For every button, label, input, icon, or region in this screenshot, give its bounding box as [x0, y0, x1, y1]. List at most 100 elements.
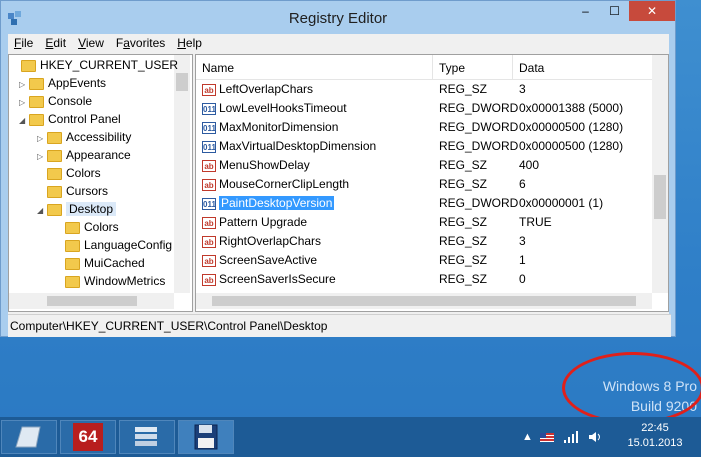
menu-help[interactable]: Help	[171, 34, 208, 50]
list-row[interactable]: ab ScreenSaveActive REG_SZ 1	[196, 251, 652, 270]
string-value-icon: ab	[202, 178, 216, 191]
tree-horizontal-scrollbar[interactable]	[9, 293, 174, 309]
value-data-cell: 6	[519, 177, 526, 191]
tree-item-label: Colors	[66, 166, 101, 180]
key-tree[interactable]: HKEY_CURRENT_USER ▷ AppEvents ▷ Console ◢ Cont…	[8, 54, 193, 312]
taskbar-save-app-button[interactable]	[178, 420, 234, 454]
tree-vscroll-thumb[interactable]	[176, 73, 188, 91]
list-hscroll-thumb[interactable]	[212, 296, 636, 306]
column-header-data[interactable]: Data	[513, 55, 652, 79]
value-data-cell: 3	[519, 82, 526, 96]
expanded-arrow-icon[interactable]: ◢	[19, 112, 29, 130]
menu-edit[interactable]: Edit	[39, 34, 72, 50]
column-header-type[interactable]: Type	[433, 55, 513, 79]
tree-item-label: HKEY_CURRENT_USER	[40, 58, 179, 72]
value-type-cell: REG_SZ	[439, 177, 488, 191]
clock-time: 22:45	[641, 422, 669, 434]
registry-icon	[135, 427, 157, 446]
string-value-icon: ab	[202, 216, 216, 229]
value-name: MaxMonitorDimension	[219, 120, 339, 134]
value-data-cell: 0x00000001 (1)	[519, 196, 604, 210]
list-row[interactable]: 011 MaxVirtualDesktopDimension REG_DWORD 0x…	[196, 137, 652, 156]
floppy-disk-icon	[194, 424, 218, 450]
list-row[interactable]: ab MenuShowDelay REG_SZ 400	[196, 156, 652, 175]
dword-value-icon: 011	[202, 197, 216, 210]
tree-vertical-scrollbar[interactable]	[174, 55, 190, 293]
tree-item[interactable]: ▷ Accessibility	[37, 128, 131, 146]
tree-item[interactable]: LanguageConfig	[55, 236, 172, 254]
list-vscroll-thumb[interactable]	[654, 175, 666, 219]
value-data-cell: 0	[519, 272, 526, 286]
list-row[interactable]: 011 MaxMonitorDimension REG_DWORD 0x0000050…	[196, 118, 652, 137]
value-type-cell: REG_SZ	[439, 158, 488, 172]
tree-item[interactable]: ◢ Desktop	[37, 200, 117, 220]
value-type-cell: REG_SZ	[439, 234, 488, 248]
tree-item-label: MuiCached	[84, 256, 145, 270]
dword-value-icon: 011	[202, 121, 216, 134]
tree-item[interactable]: ▷ Appearance	[37, 146, 131, 164]
list-row[interactable]: ab RightOverlapChars REG_SZ 3	[196, 232, 652, 251]
taskbar-aida64-button[interactable]: 64	[60, 420, 116, 454]
volume-icon[interactable]	[588, 417, 604, 457]
list-row[interactable]: ab MouseCornerClipLength REG_SZ 6	[196, 175, 652, 194]
tree-item-label: Console	[48, 94, 93, 108]
value-data-cell: 0x00001388 (5000)	[519, 101, 624, 115]
value-data-cell: TRUE	[519, 215, 552, 229]
title-bar[interactable]: Registry Editor – ☐ ✕	[1, 1, 675, 34]
taskbar-registry-button[interactable]	[119, 420, 175, 454]
client-area: HKEY_CURRENT_USER ▷ AppEvents ▷ Console ◢ Cont…	[8, 54, 669, 314]
string-value-icon: ab	[202, 273, 216, 286]
tree-item-label: Cursors	[66, 184, 109, 198]
value-data-cell: 3	[519, 234, 526, 248]
taskbar-start-notepad-button[interactable]	[1, 420, 57, 454]
value-name-cell: ab ScreenSaverIsSecure	[196, 270, 336, 289]
network-signal-icon[interactable]	[563, 417, 579, 457]
show-hidden-icons-chevron-icon[interactable]: ▲	[522, 417, 533, 457]
tree-item[interactable]: Cursors	[37, 182, 108, 200]
dword-value-icon: 011	[202, 140, 216, 153]
tree-item[interactable]: ▷ Console	[19, 92, 92, 110]
value-name: MaxVirtualDesktopDimension	[219, 139, 377, 153]
list-row[interactable]: 011 PaintDesktopVersion REG_DWORD 0x0000000…	[196, 194, 652, 213]
taskbar-clock[interactable]: 22:45 15.01.2013	[618, 421, 692, 451]
menu-bar: File Edit View Favorites Help	[8, 34, 669, 54]
tree-item[interactable]: ▷ AppEvents	[19, 74, 106, 92]
string-value-icon: ab	[202, 83, 216, 96]
maximize-button[interactable]: ☐	[600, 1, 629, 21]
list-row[interactable]: 011 LowLevelHooksTimeout REG_DWORD 0x000013…	[196, 99, 652, 118]
list-row[interactable]: ab LeftOverlapChars REG_SZ 3	[196, 80, 652, 99]
tree-hscroll-thumb[interactable]	[47, 296, 137, 306]
menu-file[interactable]: File	[8, 34, 39, 50]
string-value-icon: ab	[202, 254, 216, 267]
menu-favorites[interactable]: Favorites	[110, 34, 171, 50]
value-type-cell: REG_SZ	[439, 215, 488, 229]
value-data-cell: 400	[519, 158, 540, 172]
value-type-cell: REG_DWORD	[439, 139, 519, 153]
tree-item[interactable]: WindowMetrics	[55, 272, 165, 290]
tree-item[interactable]: MuiCached	[55, 254, 145, 272]
tree-item[interactable]: HKEY_CURRENT_USER	[11, 56, 178, 74]
menu-view[interactable]: View	[72, 34, 110, 50]
status-bar-path: Computer\HKEY_CURRENT_USER\Control Panel…	[8, 314, 671, 337]
language-flag-icon[interactable]	[540, 417, 554, 457]
list-horizontal-scrollbar[interactable]	[196, 293, 652, 309]
minimize-button[interactable]: –	[571, 1, 600, 21]
list-vertical-scrollbar[interactable]	[652, 55, 668, 293]
close-button[interactable]: ✕	[629, 1, 675, 21]
taskbar: 64 ▲ 22:45 15.01.2013	[0, 417, 701, 457]
value-name-cell: ab RightOverlapChars	[196, 232, 321, 251]
expanded-arrow-icon[interactable]: ◢	[37, 202, 47, 220]
tree-item[interactable]: ◢ Control Panel	[19, 110, 121, 128]
value-name-cell: 011 MaxVirtualDesktopDimension	[196, 137, 376, 156]
column-header-name[interactable]: Name	[196, 55, 433, 79]
tree-item[interactable]: Colors	[55, 218, 119, 236]
value-name: Pattern Upgrade	[219, 215, 308, 229]
value-list[interactable]: Name Type Data ab LeftOverlapChars REG_SZ 3…	[195, 54, 669, 312]
folder-icon	[47, 167, 62, 180]
list-row[interactable]: ab Pattern Upgrade REG_SZ TRUE	[196, 213, 652, 232]
value-name: LeftOverlapChars	[219, 82, 314, 96]
value-data-cell: 0x00000500 (1280)	[519, 139, 624, 153]
list-row[interactable]: ab ScreenSaverIsSecure REG_SZ 0	[196, 270, 652, 289]
tree-item[interactable]: Colors	[37, 164, 101, 182]
value-type-cell: REG_DWORD	[439, 120, 519, 134]
